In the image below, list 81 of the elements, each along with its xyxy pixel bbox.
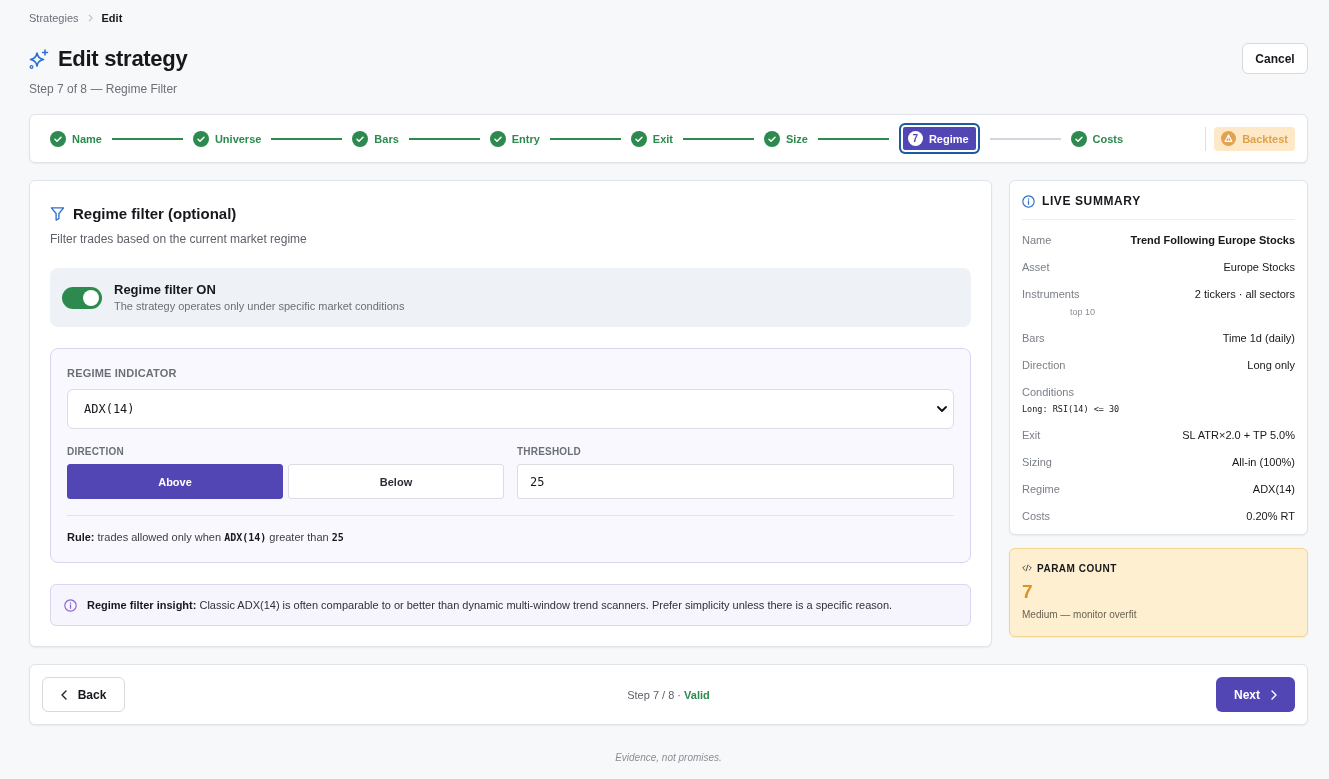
step-tab[interactable]: Name bbox=[50, 130, 102, 147]
back-button[interactable]: Back bbox=[42, 677, 125, 712]
check-icon bbox=[352, 130, 369, 147]
summary-value: Long only bbox=[1247, 357, 1295, 372]
summary-label: Direction bbox=[1022, 357, 1066, 372]
summary-value: SL ATR×2.0 + TP 5.0% bbox=[1182, 427, 1295, 442]
summary-value: 0.20% RT bbox=[1246, 508, 1295, 523]
page-title: Edit strategy bbox=[58, 45, 188, 73]
check-icon bbox=[763, 130, 780, 147]
summary-label: Costs bbox=[1022, 508, 1051, 523]
step-number: 7 bbox=[907, 131, 923, 146]
chevron-left-icon bbox=[60, 689, 67, 700]
summary-label: Regime bbox=[1022, 481, 1060, 496]
step-tab[interactable]: Size bbox=[763, 130, 808, 147]
step-connector bbox=[683, 137, 754, 140]
check-icon bbox=[192, 130, 209, 147]
page-subtitle: Step 7 of 8 — Regime Filter bbox=[29, 81, 179, 97]
chevron-right-icon bbox=[87, 14, 93, 22]
summary-value: Time 1d (daily) bbox=[1222, 330, 1295, 345]
panel-title: Regime filter (optional) bbox=[73, 204, 237, 222]
step-tab[interactable]: Costs bbox=[1070, 130, 1124, 147]
summary-label: Instruments bbox=[1022, 286, 1080, 301]
summary-value: Trend Following Europe Stocks bbox=[1130, 232, 1295, 247]
info-icon bbox=[64, 598, 77, 612]
info-icon bbox=[1022, 194, 1035, 208]
summary-value: All-in (100%) bbox=[1232, 454, 1295, 469]
check-icon bbox=[50, 130, 66, 147]
step-status: Step 7 / 8 · Valid bbox=[627, 688, 710, 701]
step-connector bbox=[408, 137, 480, 140]
breadcrumb-current: Edit bbox=[101, 11, 123, 25]
summary-note: top 10 bbox=[1070, 306, 1096, 317]
step-connector bbox=[549, 137, 621, 140]
warning-icon bbox=[1221, 131, 1237, 146]
rule-text: Rule: trades allowed only when ADX(14) greater than 25 bbox=[67, 515, 954, 545]
direction-option[interactable]: Below bbox=[288, 464, 504, 499]
chevron-down-icon bbox=[937, 406, 947, 412]
check-icon bbox=[1070, 130, 1087, 147]
toggle-hint: The strategy operates only under specific market conditions bbox=[114, 299, 405, 314]
panel-description: Filter trades based on the current market regime bbox=[50, 231, 308, 247]
summary-label: Name bbox=[1022, 232, 1052, 247]
field-label: REGIME INDICATOR bbox=[67, 366, 178, 381]
field-label: DIRECTION bbox=[67, 445, 125, 459]
check-icon bbox=[630, 130, 647, 147]
indicator-select[interactable]: ADX(14) bbox=[67, 389, 954, 429]
cancel-button[interactable]: Cancel bbox=[1242, 43, 1308, 74]
summary-label: Sizing bbox=[1022, 454, 1052, 469]
step-tab[interactable]: Universe bbox=[192, 130, 262, 147]
step-connector bbox=[989, 137, 1061, 140]
insight-text: Regime filter insight: Classic ADX(14) is often comparable to or better than dynamic multi-window trend scanners. Prefer simplicity unless there is a specific reason. bbox=[87, 598, 893, 612]
filter-icon bbox=[50, 205, 65, 221]
param-count-value: 7 bbox=[1022, 581, 1033, 602]
step-connector bbox=[817, 137, 889, 140]
chevron-right-icon bbox=[1271, 689, 1277, 700]
toggle-switch[interactable] bbox=[62, 286, 102, 309]
param-count-note: Medium — monitor overfit bbox=[1022, 609, 1137, 620]
breadcrumb-link[interactable]: Strategies bbox=[29, 11, 79, 25]
step-tab[interactable]: Exit bbox=[630, 130, 673, 147]
direction-option[interactable]: Above bbox=[67, 464, 283, 499]
summary-label: Conditions bbox=[1022, 384, 1074, 399]
param-count-title: PARAM COUNT bbox=[1037, 562, 1117, 574]
toggle-label: Regime filter ON bbox=[114, 281, 217, 298]
field-label: THRESHOLD bbox=[517, 445, 583, 459]
step-tab[interactable]: Bars bbox=[352, 130, 399, 147]
summary-value: 2 tickers · all sectors bbox=[1194, 286, 1295, 301]
summary-label: Exit bbox=[1022, 427, 1041, 442]
summary-label: Asset bbox=[1022, 259, 1050, 274]
summary-value: Europe Stocks bbox=[1223, 259, 1295, 274]
summary-code: Long: RSI(14) <= 30 bbox=[1022, 403, 1120, 414]
code-icon bbox=[1022, 564, 1032, 572]
tagline: Evidence, not promises. bbox=[615, 752, 722, 763]
summary-label: Bars bbox=[1022, 330, 1045, 345]
summary-title: LIVE SUMMARY bbox=[1042, 194, 1141, 208]
check-icon bbox=[489, 130, 506, 147]
summary-value: ADX(14) bbox=[1252, 481, 1295, 496]
step-connector bbox=[271, 137, 343, 140]
threshold-input[interactable]: 25 bbox=[517, 464, 954, 499]
step-connector bbox=[111, 137, 183, 140]
step-tab[interactable]: 7 Regime bbox=[898, 123, 980, 154]
sparkle-icon bbox=[29, 49, 49, 69]
step-tab[interactable]: Entry bbox=[489, 130, 540, 147]
next-button[interactable]: Next bbox=[1216, 677, 1295, 712]
